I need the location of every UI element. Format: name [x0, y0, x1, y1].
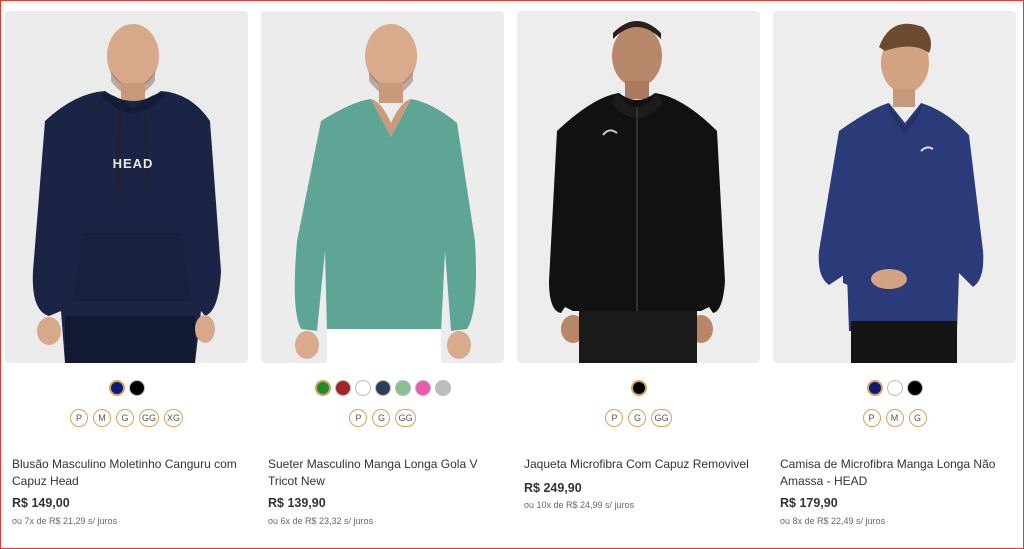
color-swatches — [261, 380, 504, 396]
product-name[interactable]: Sueter Masculino Manga Longa Gola V Tric… — [268, 456, 500, 489]
hoodie-photo: HEAD — [5, 11, 248, 363]
size-option[interactable]: P — [862, 409, 881, 427]
product-card[interactable]: HEAD P M G GG XG Blusão Masculino Moleti… — [5, 11, 248, 526]
size-options: P M G GG XG — [5, 409, 248, 427]
product-card[interactable]: P G GG Jaqueta Microfibra Com Capuz Remo… — [517, 11, 760, 510]
size-option[interactable]: G — [628, 409, 647, 427]
color-swatch[interactable] — [334, 380, 351, 396]
size-option[interactable]: GG — [138, 409, 159, 427]
product-name[interactable]: Camisa de Microfibra Manga Longa Não Ama… — [780, 456, 1012, 489]
sweater-photo — [261, 11, 504, 363]
color-swatch[interactable] — [374, 380, 391, 396]
product-image[interactable] — [261, 11, 504, 363]
product-price: R$ 179,90 — [780, 496, 838, 510]
color-swatch[interactable] — [354, 380, 371, 396]
color-swatch[interactable] — [434, 380, 451, 396]
size-option[interactable]: P — [349, 409, 368, 427]
product-price: R$ 139,90 — [268, 496, 326, 510]
color-swatch[interactable] — [886, 380, 903, 396]
product-image[interactable] — [773, 11, 1016, 363]
product-grid: HEAD P M G GG XG Blusão Masculino Moleti… — [5, 11, 1016, 526]
size-option[interactable]: G — [115, 409, 134, 427]
brand-logo: HEAD — [113, 156, 154, 171]
product-name[interactable]: Blusão Masculino Moletinho Canguru com C… — [12, 456, 244, 489]
size-options: P G GG — [517, 409, 760, 427]
size-option[interactable]: XG — [164, 409, 184, 427]
product-price: R$ 249,90 — [524, 481, 582, 495]
color-swatch[interactable] — [866, 380, 883, 396]
color-swatch[interactable] — [108, 380, 125, 396]
product-name[interactable]: Jaqueta Microfibra Com Capuz Removivel — [524, 456, 756, 473]
color-swatches — [5, 380, 248, 396]
color-swatch[interactable] — [128, 380, 145, 396]
color-swatch[interactable] — [414, 380, 431, 396]
color-swatch[interactable] — [630, 380, 647, 396]
product-image[interactable] — [517, 11, 760, 363]
color-swatch[interactable] — [394, 380, 411, 396]
color-swatches — [517, 380, 760, 396]
size-option[interactable]: M — [92, 409, 111, 427]
size-option[interactable]: P — [69, 409, 88, 427]
polo-photo — [773, 11, 1016, 363]
color-swatch[interactable] — [906, 380, 923, 396]
size-option[interactable]: G — [908, 409, 927, 427]
product-card[interactable]: P M G Camisa de Microfibra Manga Longa N… — [773, 11, 1016, 526]
size-options: P G GG — [261, 409, 504, 427]
size-options: P M G — [773, 409, 1016, 427]
size-option[interactable]: GG — [395, 409, 416, 427]
installments-text: ou 10x de R$ 24,99 s/ juros — [524, 500, 635, 510]
jacket-photo — [517, 11, 760, 363]
size-option[interactable]: G — [372, 409, 391, 427]
product-price: R$ 149,00 — [12, 496, 70, 510]
size-option[interactable]: P — [605, 409, 624, 427]
product-card[interactable]: P G GG Sueter Masculino Manga Longa Gola… — [261, 11, 504, 526]
installments-text: ou 8x de R$ 22,49 s/ juros — [780, 516, 886, 526]
installments-text: ou 6x de R$ 23,32 s/ juros — [268, 516, 374, 526]
size-option[interactable]: GG — [651, 409, 672, 427]
color-swatches — [773, 380, 1016, 396]
color-swatch[interactable] — [314, 380, 331, 396]
size-option[interactable]: M — [885, 409, 904, 427]
installments-text: ou 7x de R$ 21,29 s/ juros — [12, 516, 118, 526]
product-image[interactable]: HEAD — [5, 11, 248, 363]
